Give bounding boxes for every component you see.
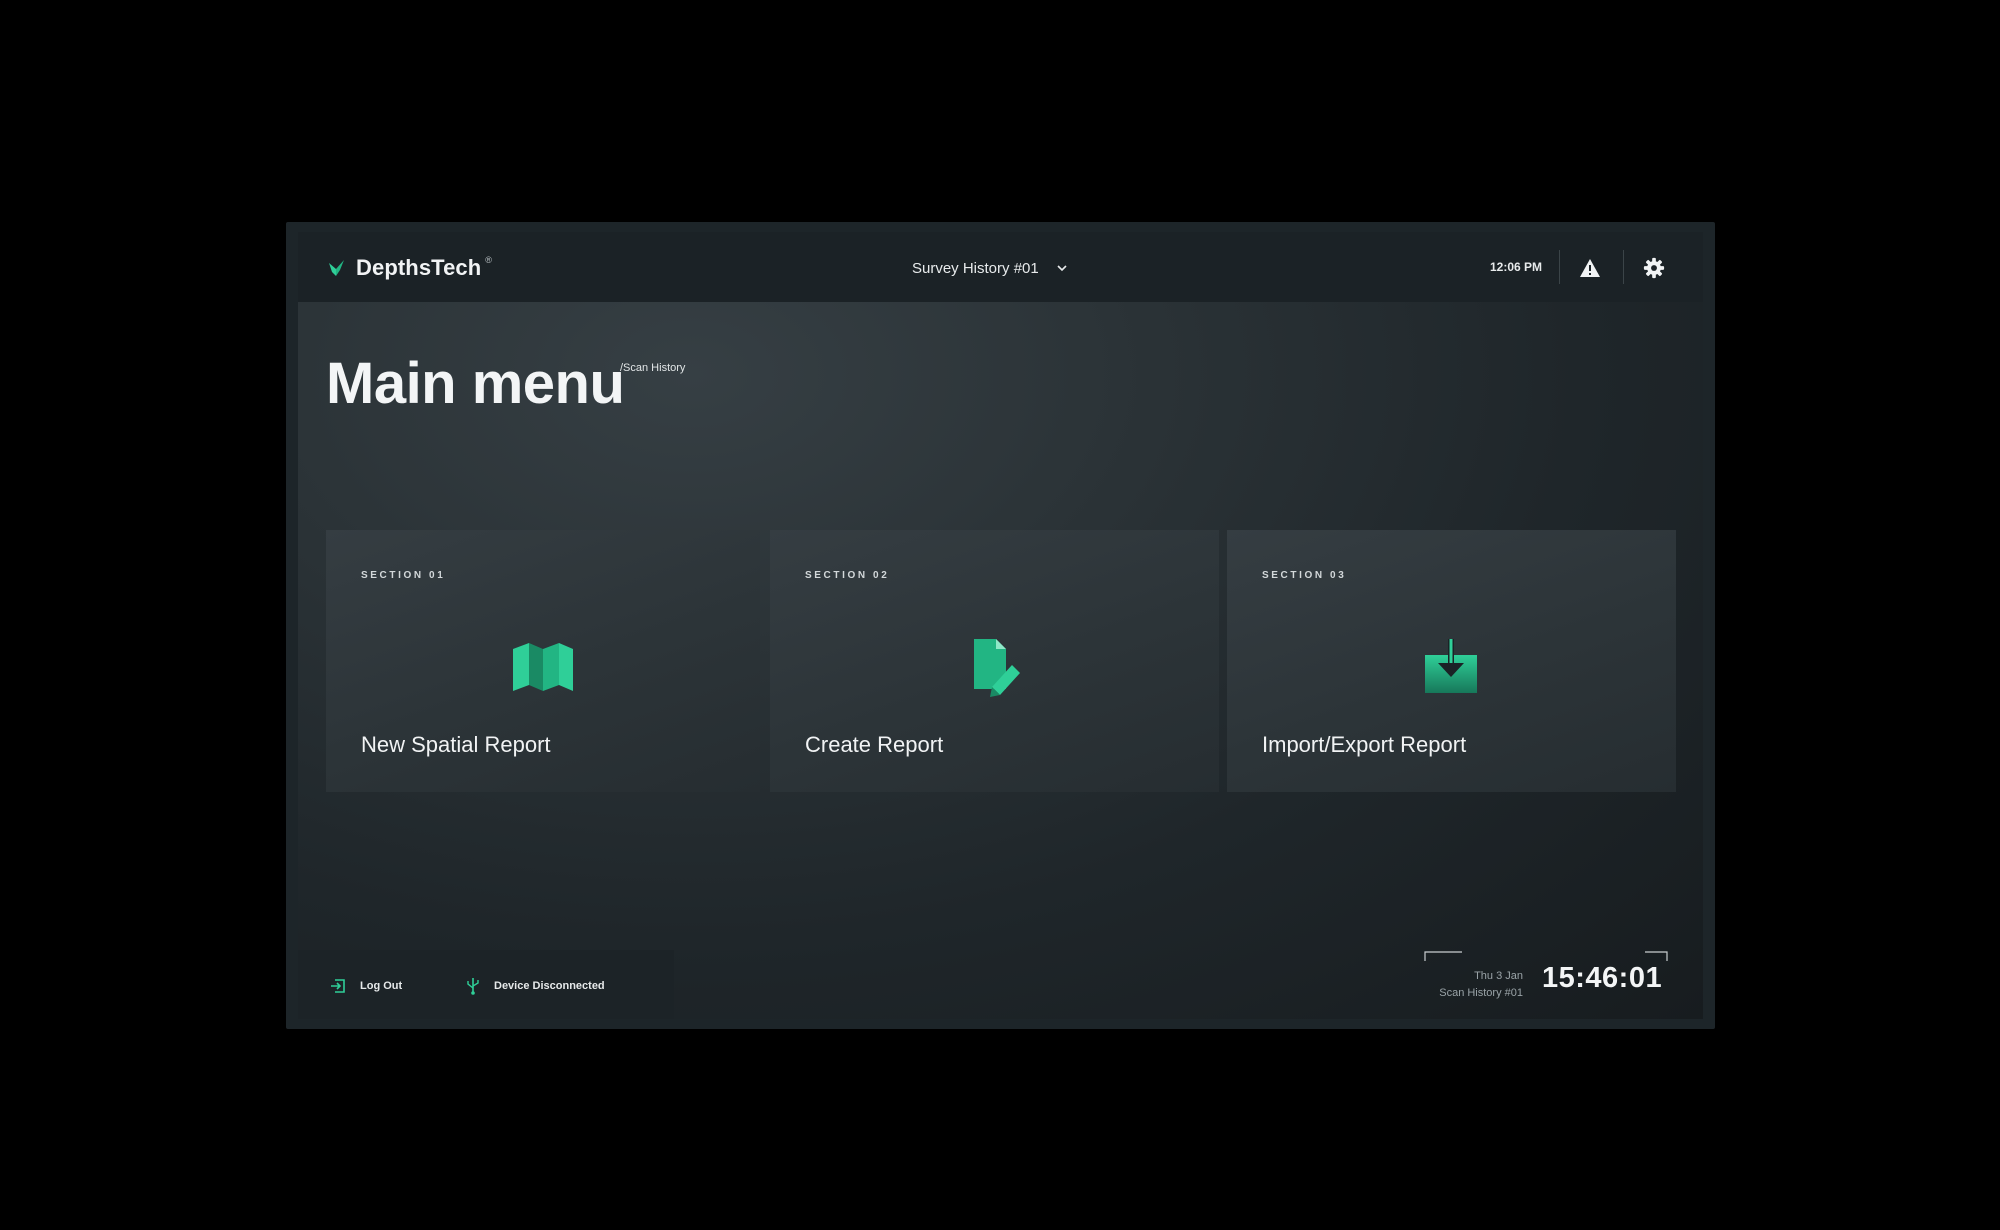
- map-icon: [511, 635, 575, 699]
- logout-label: Log Out: [360, 980, 403, 992]
- device-bezel: DepthsTech ® Survey History #01 12:06 PM: [286, 222, 1715, 1029]
- chevron-down-icon: [1057, 265, 1067, 272]
- logout-button[interactable]: Log Out: [330, 976, 402, 996]
- card-create-report[interactable]: SECTION 02 Create Report: [770, 530, 1219, 792]
- warning-icon: [1580, 259, 1600, 277]
- card-title: New Spatial Report: [361, 732, 551, 757]
- card-title: Create Report: [805, 732, 944, 757]
- device-status[interactable]: Device Disconnected: [466, 976, 605, 996]
- top-bar: DepthsTech ® Survey History #01 12:06 PM: [298, 232, 1703, 302]
- card-section-label: SECTION 01: [361, 570, 446, 581]
- corner-bracket-right: [1645, 951, 1668, 961]
- card-import-export-report[interactable]: SECTION 03 Import/Export Report: [1227, 530, 1676, 792]
- card-section-label: SECTION 02: [805, 570, 890, 581]
- bottom-bar: Log Out Device Disconnected: [298, 950, 674, 1019]
- alerts-button[interactable]: [1574, 252, 1606, 284]
- app-screen: DepthsTech ® Survey History #01 12:06 PM: [298, 232, 1703, 1019]
- card-new-spatial-report[interactable]: SECTION 01 New Spatial Report: [326, 530, 760, 792]
- registered-mark: ®: [485, 255, 492, 265]
- logout-icon: [331, 979, 345, 993]
- page-header: Main menu: [326, 350, 625, 417]
- current-date: Thu 3 Jan: [1474, 970, 1523, 982]
- usb-icon: [467, 978, 479, 995]
- card-title: Import/Export Report: [1262, 732, 1467, 757]
- gear-icon: [1643, 257, 1665, 279]
- scan-name: Scan History #01: [1439, 987, 1523, 999]
- corner-bracket-left: [1424, 951, 1462, 961]
- page-title: Main menu: [326, 351, 625, 416]
- device-status-label: Device Disconnected: [494, 980, 605, 992]
- scan-meta: Thu 3 Jan Scan History #01: [1439, 968, 1523, 1002]
- divider: [1623, 250, 1624, 284]
- divider: [1559, 250, 1560, 284]
- download-tray-icon: [1419, 635, 1483, 699]
- leaf-logo-icon: [329, 260, 344, 276]
- brand-name: DepthsTech: [356, 255, 482, 280]
- settings-button[interactable]: [1638, 252, 1670, 284]
- breadcrumb[interactable]: /Scan History: [620, 362, 685, 374]
- clock: 15:46:01: [1542, 962, 1663, 994]
- document-edit-icon: [964, 635, 1028, 699]
- survey-selector[interactable]: Survey History #01: [912, 254, 1069, 282]
- survey-selector-label: Survey History #01: [912, 259, 1039, 277]
- brand[interactable]: DepthsTech ®: [326, 254, 496, 282]
- card-section-label: SECTION 03: [1262, 570, 1347, 581]
- topbar-time: 12:06 PM: [1490, 260, 1543, 274]
